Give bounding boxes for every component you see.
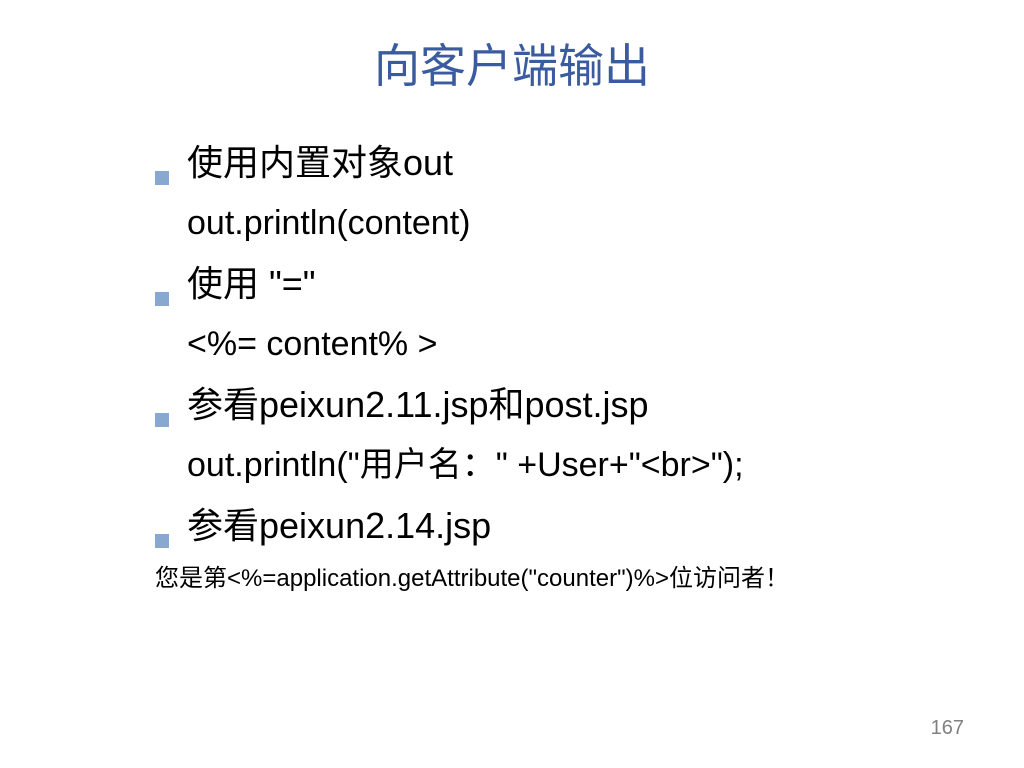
bullet-text: 使用内置对象out [187, 136, 453, 190]
page-number: 167 [931, 717, 964, 740]
list-item: 使用 "=" [155, 257, 984, 311]
bullet-icon [155, 292, 169, 306]
bullet-text: 参看peixun2.14.jsp [187, 499, 491, 553]
bullet-icon [155, 171, 169, 185]
small-text: 您是第<%=application.getAttribute("counter"… [155, 561, 984, 597]
list-item: 参看peixun2.14.jsp [155, 499, 984, 553]
sub-text: <%= content% > [155, 319, 984, 370]
bullet-text: 使用 "=" [187, 257, 316, 311]
slide-container: 向客户端输出 使用内置对象out out.println(content) 使用… [0, 0, 1024, 768]
bullet-icon [155, 534, 169, 548]
slide-title: 向客户端输出 [0, 30, 1024, 96]
bullet-text: 参看peixun2.11.jsp和post.jsp [187, 378, 649, 432]
sub-text: out.println(content) [155, 198, 984, 249]
list-item: 使用内置对象out [155, 136, 984, 190]
sub-text: out.println("用户名：" +User+"<br>"); [155, 440, 984, 491]
bullet-icon [155, 413, 169, 427]
list-item: 参看peixun2.11.jsp和post.jsp [155, 378, 984, 432]
slide-content: 使用内置对象out out.println(content) 使用 "=" <%… [0, 136, 1024, 597]
